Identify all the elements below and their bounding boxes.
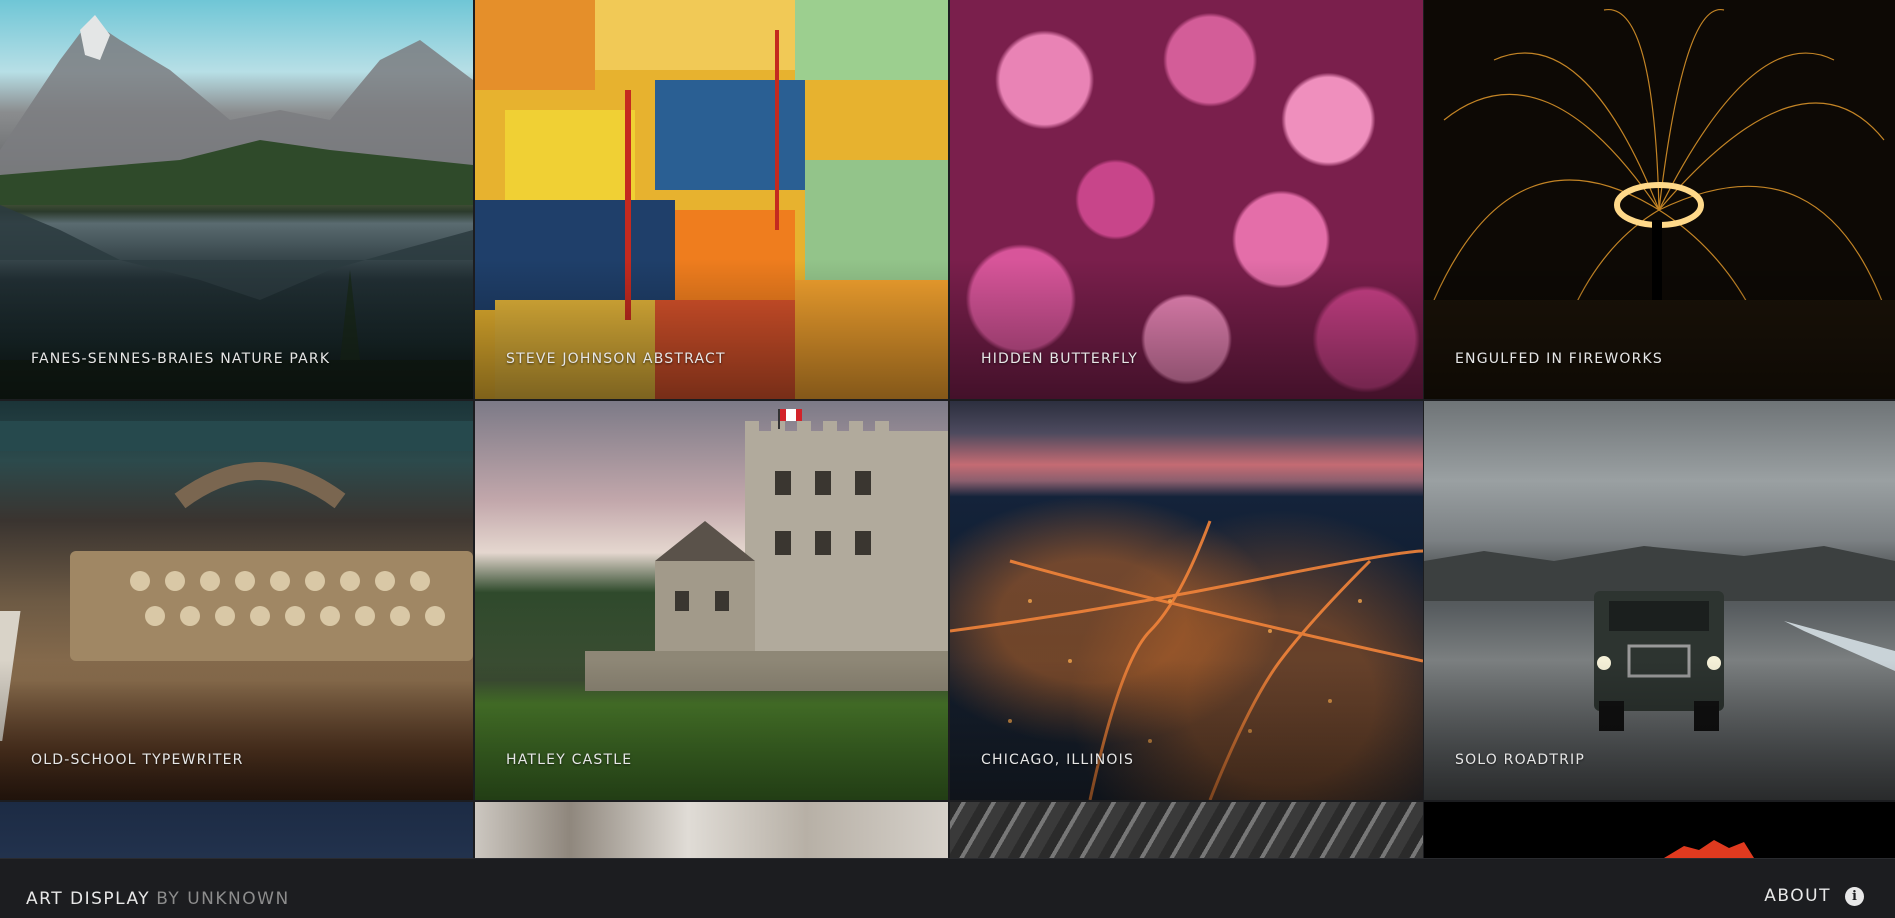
brand-name: ART DISPLAY [26,889,151,909]
gallery-item[interactable]: OLD-SCHOOL TYPEWRITER [0,401,473,800]
about-label: ABOUT [1764,886,1831,906]
artwork-image [950,802,1423,858]
item-title: SOLO ROADTRIP [1455,752,1585,768]
gallery-item[interactable]: SOLO ROADTRIP [1424,401,1895,800]
gallery-item[interactable]: ENGULFED IN FIREWORKS [1424,0,1895,399]
brand-byline: BY UNKNOWN [156,889,290,909]
gallery-item[interactable] [475,802,948,858]
gallery-item[interactable] [950,802,1423,858]
item-title: CHICAGO, ILLINOIS [981,752,1135,768]
item-title: STEVE JOHNSON ABSTRACT [506,351,726,367]
gallery-item[interactable]: CHICAGO, ILLINOIS [950,401,1423,800]
item-title: HIDDEN BUTTERFLY [981,351,1139,367]
item-title: FANES-SENNES-BRAIES NATURE PARK [31,351,331,367]
gallery-item[interactable] [1424,802,1895,858]
item-title: HATLEY CASTLE [506,752,633,768]
gallery-item[interactable]: FANES-SENNES-BRAIES NATURE PARK [0,0,473,399]
site-brand[interactable]: ART DISPLAY BY UNKNOWN [26,889,290,909]
gallery-item[interactable]: HIDDEN BUTTERFLY [950,0,1423,399]
artwork-image [475,802,948,858]
gallery-grid: FANES-SENNES-BRAIES NATURE PARK STEVE JO… [0,0,1895,858]
about-button[interactable]: ABOUT i [1764,886,1864,906]
footer-bar: ART DISPLAY BY UNKNOWN ABOUT i [0,858,1895,918]
item-title: ENGULFED IN FIREWORKS [1455,351,1664,367]
gallery-item[interactable] [0,802,473,858]
gallery-item[interactable]: STEVE JOHNSON ABSTRACT [475,0,948,399]
item-title: OLD-SCHOOL TYPEWRITER [31,752,244,768]
artwork-image [0,802,473,858]
info-icon: i [1845,886,1864,906]
gallery-item[interactable]: HATLEY CASTLE [475,401,948,800]
